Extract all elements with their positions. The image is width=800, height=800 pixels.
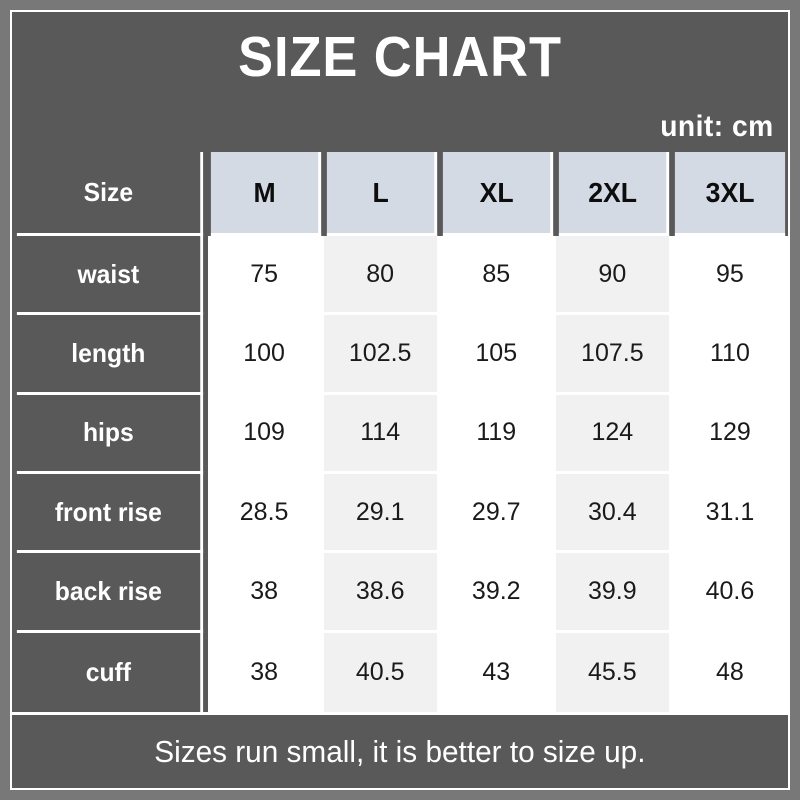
cell-front-rise-m: 28.5 [207, 473, 324, 554]
cell-back-rise-l: 38.6 [323, 553, 440, 633]
cell-length-l: 102.5 [323, 315, 440, 395]
row-label-length: length [16, 315, 203, 395]
size-table-container: Size M L XL 2XL 3XL waist 75 80 85 90 95 [12, 152, 788, 712]
cell-length-3xl: 110 [671, 315, 788, 395]
cell-front-rise-l: 29.1 [323, 473, 440, 554]
column-header-xl: XL [442, 152, 553, 236]
cell-back-rise-3xl: 40.6 [671, 553, 788, 633]
cell-front-rise-3xl: 31.1 [671, 473, 788, 554]
page-title: SIZE CHART [238, 25, 562, 89]
cell-back-rise-xl: 39.2 [439, 553, 556, 633]
cell-hips-2xl: 124 [555, 394, 672, 474]
row-label-cuff: cuff [16, 632, 203, 712]
cell-waist-2xl: 90 [555, 236, 672, 316]
cell-waist-m: 75 [207, 236, 324, 316]
chart-footer: Sizes run small, it is better to size up… [12, 712, 788, 788]
unit-label: unit: cm [660, 110, 774, 143]
cell-cuff-2xl: 45.5 [555, 632, 672, 712]
cell-length-m: 100 [207, 315, 324, 395]
cell-back-rise-2xl: 39.9 [555, 553, 672, 633]
cell-front-rise-2xl: 30.4 [555, 473, 672, 554]
row-label-hips: hips [16, 394, 203, 474]
cell-hips-l: 114 [323, 394, 440, 474]
row-label-back-rise: back rise [16, 553, 203, 633]
table-row: back rise 38 38.6 39.2 39.9 40.6 [12, 553, 788, 633]
table-row: waist 75 80 85 90 95 [12, 236, 788, 316]
cell-waist-3xl: 95 [671, 236, 788, 316]
cell-back-rise-m: 38 [207, 553, 324, 633]
column-header-l: L [326, 152, 437, 236]
cell-waist-xl: 85 [439, 236, 556, 316]
cell-front-rise-xl: 29.7 [439, 473, 556, 554]
column-header-size: Size [16, 152, 203, 236]
table-row: length 100 102.5 105 107.5 110 [12, 315, 788, 395]
cell-length-xl: 105 [439, 315, 556, 395]
cell-hips-m: 109 [207, 394, 324, 474]
size-table: Size M L XL 2XL 3XL waist 75 80 85 90 95 [12, 152, 788, 712]
cell-hips-3xl: 129 [671, 394, 788, 474]
table-row: front rise 28.5 29.1 29.7 30.4 31.1 [12, 473, 788, 554]
row-label-front-rise: front rise [16, 473, 203, 554]
cell-length-2xl: 107.5 [555, 315, 672, 395]
table-row: cuff 38 40.5 43 45.5 48 [12, 632, 788, 712]
table-body: waist 75 80 85 90 95 length 100 102.5 10… [12, 236, 788, 712]
cell-waist-l: 80 [323, 236, 440, 316]
cell-cuff-l: 40.5 [323, 632, 440, 712]
cell-cuff-xl: 43 [439, 632, 556, 712]
table-row: hips 109 114 119 124 129 [12, 394, 788, 474]
column-header-2xl: 2XL [558, 152, 669, 236]
chart-header: SIZE CHART unit: cm [12, 12, 788, 152]
sizing-note: Sizes run small, it is better to size up… [154, 733, 646, 769]
cell-hips-xl: 119 [439, 394, 556, 474]
cell-cuff-m: 38 [207, 632, 324, 712]
table-header-row: Size M L XL 2XL 3XL [12, 152, 788, 236]
column-header-m: M [210, 152, 321, 236]
column-header-3xl: 3XL [674, 152, 786, 236]
cell-cuff-3xl: 48 [671, 632, 788, 712]
size-chart-card: SIZE CHART unit: cm Size M L XL 2XL 3XL [10, 10, 790, 790]
row-label-waist: waist [16, 236, 203, 316]
